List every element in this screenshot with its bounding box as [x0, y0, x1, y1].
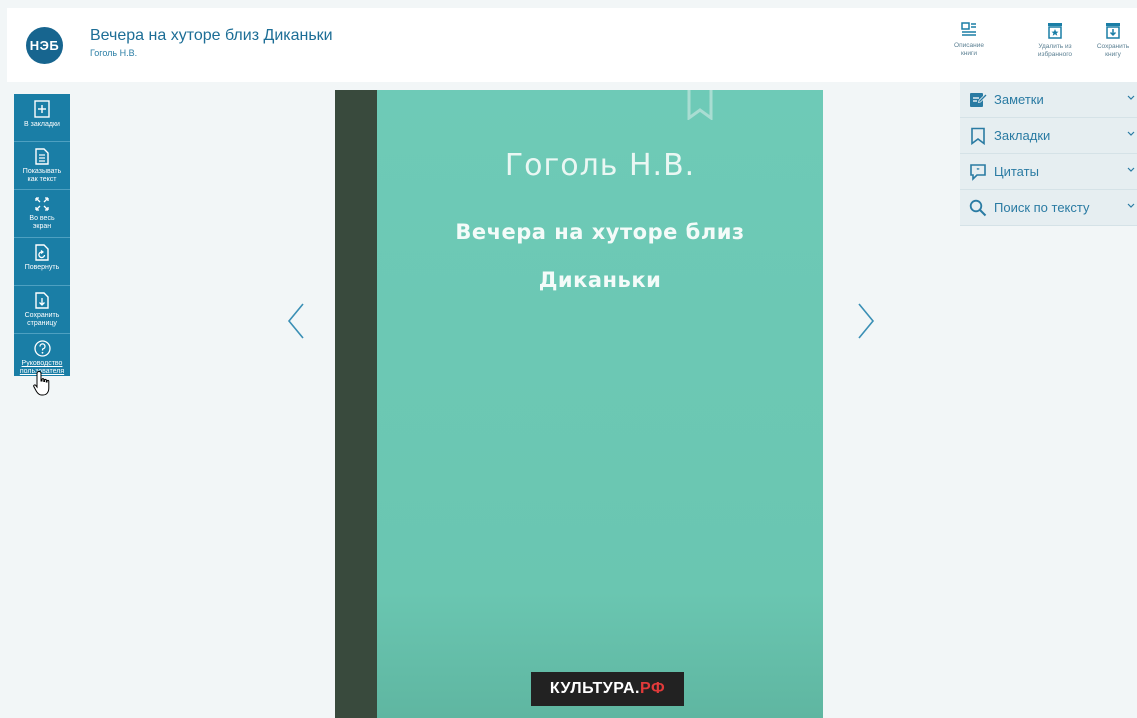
- book-author: Гоголь Н.В.: [90, 48, 138, 58]
- remove-favorite-label-2: избранного: [1037, 51, 1073, 58]
- add-bookmark-button[interactable]: В закладки: [14, 94, 70, 142]
- publisher-logo: КУЛЬТУРА. РФ: [531, 672, 684, 706]
- book-description-label-1: Описание: [954, 42, 984, 49]
- fullscreen-label-1: Во весь: [29, 215, 55, 222]
- save-book-label-1: Сохранить: [1096, 43, 1130, 50]
- text-search-panel-item[interactable]: Поиск по тексту: [960, 190, 1137, 226]
- chevron-down-icon: [1127, 203, 1135, 208]
- book-description-button[interactable]: Описание книги: [945, 22, 993, 58]
- fullscreen-icon: [35, 197, 49, 211]
- save-book-icon: [1106, 23, 1120, 39]
- book-cover: Гоголь Н.В. Вечера на хуторе близ Дикань…: [335, 90, 823, 718]
- rotate-icon: [35, 244, 49, 261]
- save-page-button[interactable]: Сохранить страницу: [14, 286, 70, 334]
- notes-icon: [970, 92, 987, 107]
- publisher-main: КУЛЬТУРА.: [549, 680, 640, 697]
- cover-title: Вечера на хуторе близ Диканьки: [395, 208, 805, 304]
- quotes-icon: ": [970, 163, 986, 181]
- publisher-suffix: РФ: [639, 680, 666, 697]
- book-spine: [335, 90, 377, 718]
- bookmarks-label: Закладки: [994, 128, 1051, 143]
- quotes-panel-item[interactable]: " Цитаты: [960, 154, 1137, 190]
- search-icon: [969, 199, 987, 216]
- text-document-icon: [35, 148, 49, 165]
- app-header: НЭБ Вечера на хуторе близ Диканьки Гогол…: [7, 8, 1137, 82]
- book-description-label-2: книги: [960, 50, 978, 57]
- right-panel: Заметки Закладки " Цитаты Поиск по текст…: [960, 82, 1137, 226]
- fullscreen-button[interactable]: Во весь экран: [14, 190, 70, 238]
- next-page-arrow-icon[interactable]: [856, 302, 876, 340]
- remove-favorite-button[interactable]: Удалить из избранного: [1031, 22, 1079, 59]
- left-toolbar: В закладки Показывать как текст Во весь …: [14, 94, 70, 376]
- show-as-text-button[interactable]: Показывать как текст: [14, 142, 70, 190]
- show-as-text-label-2: как текст: [27, 176, 57, 183]
- previous-page-arrow-icon[interactable]: [286, 302, 306, 340]
- chevron-down-icon: [1127, 95, 1135, 100]
- save-book-label-2: книгу: [1105, 51, 1121, 58]
- save-page-label-2: страницу: [27, 320, 57, 327]
- notes-panel-item[interactable]: Заметки: [960, 82, 1137, 118]
- rotate-label: Повернуть: [24, 264, 60, 271]
- svg-text:": ": [976, 168, 979, 175]
- remove-favorite-icon: [1048, 23, 1062, 39]
- save-book-button[interactable]: Сохранить книгу: [1089, 22, 1137, 59]
- hand-cursor-icon: [33, 370, 50, 396]
- chevron-down-icon: [1127, 167, 1135, 172]
- bookmark-ribbon-icon[interactable]: [686, 90, 714, 120]
- book-description-icon: [961, 22, 976, 36]
- add-bookmark-label: В закладки: [24, 121, 60, 128]
- user-guide-label-1: Руководство: [21, 360, 63, 367]
- fullscreen-label-2: экран: [32, 223, 52, 230]
- text-search-label: Поиск по тексту: [994, 200, 1090, 215]
- remove-favorite-label-1: Удалить из: [1038, 43, 1072, 50]
- bookmarks-panel-item[interactable]: Закладки: [960, 118, 1137, 154]
- cover-title-line-2: Диканьки: [538, 268, 662, 292]
- neb-logo[interactable]: НЭБ: [26, 27, 63, 64]
- bookmarks-icon: [971, 127, 985, 145]
- book-title: Вечера на хуторе близ Диканьки: [90, 27, 333, 44]
- rotate-button[interactable]: Повернуть: [14, 238, 70, 286]
- notes-label: Заметки: [994, 92, 1044, 107]
- quotes-label: Цитаты: [994, 164, 1039, 179]
- save-page-icon: [35, 292, 49, 309]
- chevron-down-icon: [1127, 131, 1135, 136]
- cover-title-line-1: Вечера на хуторе близ: [455, 220, 745, 244]
- add-bookmark-icon: [34, 100, 50, 118]
- cover-author: Гоголь Н.В.: [504, 148, 696, 183]
- show-as-text-label-1: Показывать: [22, 168, 62, 175]
- save-page-label-1: Сохранить: [24, 312, 60, 319]
- help-icon: [33, 340, 51, 357]
